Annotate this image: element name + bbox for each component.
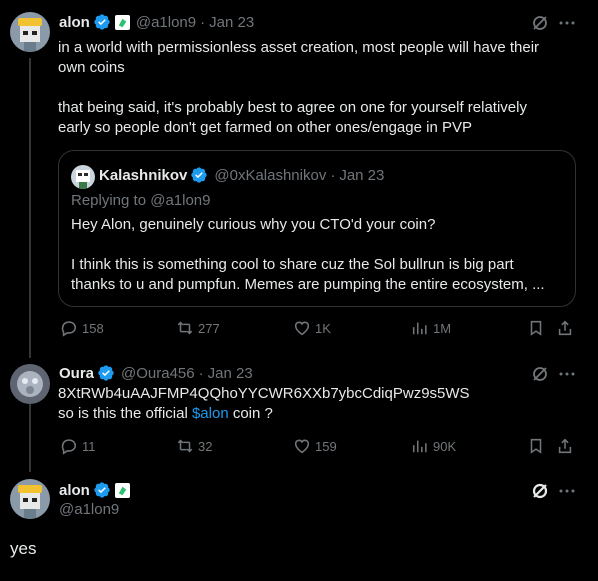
quote-author-name: Kalashnikov [99, 166, 188, 184]
text-fragment: so is this the official [58, 405, 192, 422]
heart-icon [294, 321, 310, 336]
avatar[interactable] [10, 12, 50, 52]
quote-text-line: Hey Alon, genuinely curious why you CTO'… [71, 216, 436, 233]
repost-icon [177, 439, 193, 453]
tweet-text-line: so is this the official $alon coin ? [58, 404, 588, 424]
replying-handle: @a1lon9 [150, 192, 211, 209]
tweet-text: 8XtRWb4uAAJFMP4QQhoYYCWR6XXb7ybcCdiqPwz9… [58, 384, 588, 424]
like-count: 159 [315, 438, 337, 454]
view-count: 1M [433, 320, 452, 336]
separator-dot: · [200, 13, 206, 31]
repost-button[interactable]: 277 [176, 319, 220, 337]
share-icon [558, 438, 572, 454]
reply-count: 11 [82, 438, 96, 454]
avatar[interactable] [10, 364, 50, 404]
grok-icon[interactable] [530, 13, 550, 33]
tweet-text-line: early so people don't get farmed on othe… [58, 119, 472, 136]
verified-badge-icon [191, 167, 208, 183]
tweet-text-line: in a world with permissionless asset cre… [58, 39, 540, 56]
author-name[interactable]: alon [59, 14, 90, 31]
tweet-header: alon @a1lon9 · Jan 23 [59, 13, 254, 31]
tweet-text-line: 8XtRWb4uAAJFMP4QQhoYYCWR6XXb7ybcCdiqPwz9… [58, 385, 470, 402]
author-handle[interactable]: @a1lon9 [59, 500, 119, 520]
heart-icon [294, 439, 310, 454]
like-button[interactable]: 1K [293, 319, 331, 337]
main-tweet-header: alon [59, 481, 130, 499]
bookmark-button[interactable] [527, 437, 545, 455]
tweet-date[interactable]: Jan 23 [208, 365, 253, 382]
views-button[interactable]: 1M [411, 319, 451, 337]
grok-icon[interactable] [530, 364, 550, 384]
verified-badge-icon [94, 482, 110, 498]
repost-count: 32 [198, 438, 213, 454]
separator-dot: · [330, 166, 336, 184]
quote-header: Kalashnikov @0xKalashnikov · Jan 23 [99, 166, 384, 184]
cashtag-link[interactable]: $alon [192, 405, 229, 422]
replying-prefix: Replying to [71, 192, 151, 209]
more-icon[interactable] [557, 364, 577, 384]
affiliate-badge-icon [114, 14, 130, 30]
bookmark-icon [530, 320, 542, 336]
quoted-tweet[interactable]: Kalashnikov @0xKalashnikov · Jan 23 Repl… [58, 150, 576, 307]
tweet-header: Oura @Oura456 · Jan 23 [59, 364, 253, 382]
repost-count: 277 [198, 320, 220, 336]
more-icon[interactable] [557, 481, 577, 501]
quote-date: Jan 23 [339, 166, 385, 184]
reply-button[interactable]: 158 [60, 319, 104, 337]
reply-icon [61, 439, 77, 455]
tweet-text-line: that being said, it's probably best to a… [58, 99, 527, 116]
main-tweet-text: yes [10, 539, 37, 558]
quote-text-line: thanks to u and pumpfun. Memes are pumpi… [71, 276, 545, 293]
like-button[interactable]: 159 [293, 437, 337, 455]
like-count: 1K [315, 320, 331, 336]
tweet-text: in a world with permissionless asset cre… [58, 38, 588, 138]
quote-replying-to: Replying to @a1lon9 [71, 191, 211, 211]
reply-count: 158 [82, 320, 104, 336]
thread-line [29, 58, 31, 358]
repost-icon [177, 321, 193, 335]
affiliate-badge-icon [114, 482, 130, 498]
author-handle[interactable]: @a1lon9 [136, 14, 196, 31]
reply-button[interactable]: 11 [60, 437, 96, 455]
verified-badge-icon [94, 14, 110, 30]
more-icon[interactable] [557, 13, 577, 33]
separator-dot: · [198, 364, 204, 382]
share-icon [558, 320, 572, 336]
tweet-text-line: own coins [58, 59, 125, 76]
views-icon [412, 322, 427, 335]
views-icon [412, 440, 427, 453]
avatar [71, 165, 95, 189]
author-name[interactable]: alon [59, 482, 90, 499]
quote-text-line: I think this is something cool to share … [71, 256, 514, 273]
quote-text: Hey Alon, genuinely curious why you CTO'… [71, 215, 571, 295]
thread-line [29, 404, 31, 472]
avatar[interactable] [10, 479, 50, 519]
tweet-date[interactable]: Jan 23 [209, 14, 254, 31]
share-button[interactable] [556, 437, 574, 455]
author-name[interactable]: Oura [59, 365, 94, 382]
reply-icon [61, 321, 77, 337]
bookmark-button[interactable] [527, 319, 545, 337]
share-button[interactable] [556, 319, 574, 337]
author-handle[interactable]: @Oura456 [121, 365, 195, 382]
repost-button[interactable]: 32 [176, 437, 212, 455]
verified-badge-icon [98, 365, 114, 381]
text-fragment: coin ? [228, 405, 273, 422]
grok-icon[interactable] [530, 481, 550, 501]
quote-author-handle: @0xKalashnikov [214, 166, 327, 184]
bookmark-icon [530, 438, 542, 454]
views-button[interactable]: 90K [411, 437, 456, 455]
view-count: 90K [433, 438, 457, 454]
